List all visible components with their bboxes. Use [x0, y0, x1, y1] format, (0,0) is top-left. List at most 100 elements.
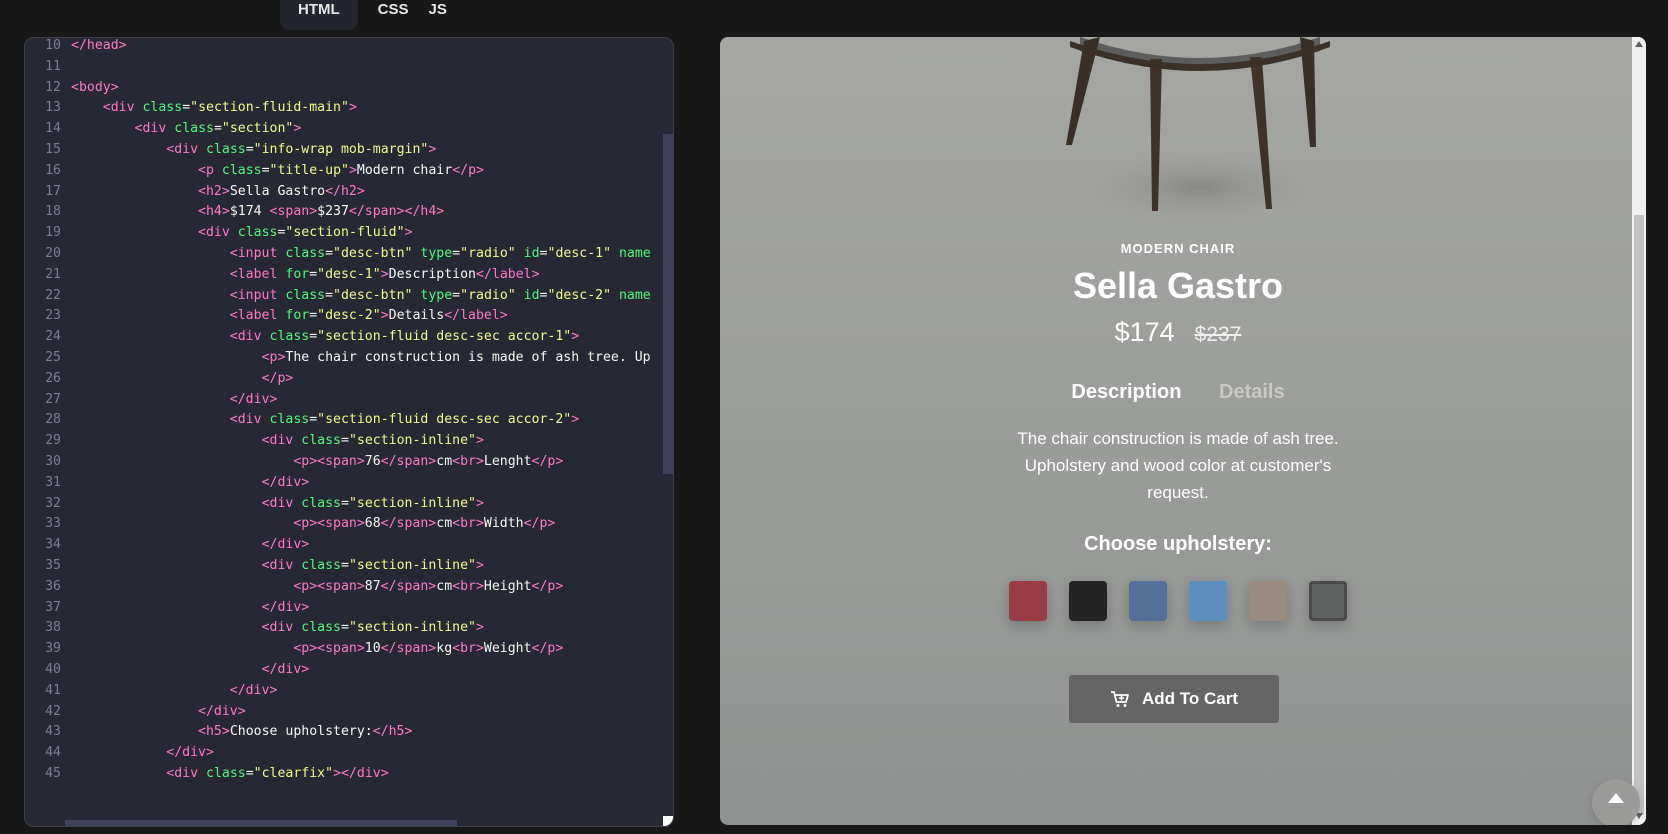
tab-details[interactable]: Details [1219, 381, 1285, 404]
code-line[interactable]: 36 <p><span>87</span>cm<br>Height</p> [25, 576, 673, 598]
code-line[interactable]: 23 <label for="desc-2">Details</label> [25, 305, 673, 327]
preview-scrollbar[interactable] [1632, 37, 1646, 825]
arrow-up-icon [1608, 793, 1624, 803]
code-line[interactable]: 11 [25, 56, 673, 78]
upholstery-swatches [998, 581, 1358, 621]
tab-description[interactable]: Description [1071, 381, 1181, 404]
code-text: </div> [229, 682, 278, 698]
code-line[interactable]: 43 <h5>Choose upholstery:</h5> [25, 721, 673, 743]
description-tabs: Description Details [720, 381, 1636, 404]
code-line[interactable]: 29 <div class="section-inline"> [25, 430, 673, 452]
code-text: </div> [261, 474, 310, 490]
code-text: </div> [261, 537, 310, 553]
tab-css[interactable]: CSS [378, 0, 409, 30]
editor-vertical-scrollbar[interactable] [663, 134, 673, 474]
product-title: Sella Gastro [1072, 265, 1284, 306]
code-line[interactable]: 17 <h2>Sella Gastro</h2> [25, 181, 673, 203]
code-line[interactable]: 40 </div> [25, 659, 673, 681]
code-line[interactable]: 18 <h4>$174 <span>$237</span></h4> [25, 201, 673, 223]
preview-scroll-thumb[interactable] [1634, 215, 1644, 815]
upholstery-swatch[interactable] [1248, 581, 1287, 621]
code-line[interactable]: 30 <p><span>76</span>cm<br>Lenght</p> [25, 451, 673, 473]
code-line[interactable]: 21 <label for="desc-1">Description</labe… [25, 264, 673, 286]
line-number: 45 [45, 766, 61, 781]
code-editor[interactable]: 10 </head> 11 12 <body> 13 <div class="sectio… [24, 37, 674, 827]
code-line[interactable]: 32 <div class="section-inline"> [25, 493, 673, 515]
scroll-up-arrow-icon[interactable] [1635, 41, 1643, 47]
code-line[interactable]: 22 <input class="desc-btn" type="radio" … [25, 285, 673, 307]
line-number: 33 [45, 516, 61, 532]
editor-horizontal-scrollbar[interactable] [65, 820, 457, 826]
line-number: 17 [45, 183, 61, 199]
back-to-top-button[interactable] [1592, 779, 1640, 825]
code-line[interactable]: 41 </div> [25, 680, 673, 702]
preview-pane: MODERN CHAIR Sella Gastro $174 $237 Descr… [720, 37, 1646, 825]
upholstery-swatch[interactable] [1188, 581, 1227, 621]
line-number: 40 [45, 662, 61, 677]
line-number: 19 [45, 225, 61, 241]
cart-icon [1110, 691, 1129, 707]
code-line[interactable]: 31 </div> [25, 472, 673, 494]
editor-tabs: HTML CSS JS [280, 0, 467, 30]
code-text: <div class="section-inline"> [261, 433, 484, 449]
line-number: 39 [45, 641, 61, 657]
line-number: 10 [45, 38, 61, 53]
code-line[interactable]: 37 </div> [25, 597, 673, 619]
add-to-cart-button[interactable]: Add To Cart [1069, 675, 1279, 723]
tab-js[interactable]: JS [429, 0, 447, 30]
line-number: 43 [45, 724, 61, 740]
code-line[interactable]: 38 <div class="section-inline"> [25, 617, 673, 639]
code-text: </div> [166, 745, 214, 761]
code-line[interactable]: 12 <body> [25, 77, 673, 99]
code-line[interactable]: 24 <div class="section-fluid desc-sec ac… [25, 326, 673, 348]
line-number: 28 [45, 412, 61, 428]
line-number: 13 [45, 100, 61, 116]
line-number: 44 [45, 745, 61, 761]
line-number: 22 [45, 287, 61, 303]
code-line[interactable]: 15 <div class="info-wrap mob-margin"> [25, 139, 673, 161]
code-area[interactable]: 10 </head> 11 12 <body> 13 <div class="sectio… [25, 38, 673, 826]
code-line[interactable]: 44 </div> [25, 742, 673, 764]
add-to-cart-label: Add To Cart [1141, 689, 1238, 708]
code-text: </head> [71, 38, 127, 53]
line-number: 11 [45, 58, 61, 74]
code-text: <h5>Choose upholstery:</h5> [198, 724, 413, 740]
line-number: 21 [45, 266, 61, 282]
code-line[interactable]: 26 </p> [25, 368, 673, 390]
code-text: <label for="desc-1">Description</label> [229, 266, 540, 282]
code-line[interactable]: 25 <p>The chair construction is made of … [25, 347, 673, 369]
line-number: 25 [45, 350, 61, 365]
line-number: 20 [45, 246, 61, 261]
line-number: 35 [45, 558, 61, 573]
code-line[interactable]: 39 <p><span>10</span>kg<br>Weight</p> [25, 638, 673, 660]
upholstery-swatch[interactable] [1009, 581, 1047, 621]
code-line[interactable]: 20 <input class="desc-btn" type="radio" … [25, 243, 673, 265]
upholstery-swatch[interactable] [1128, 581, 1167, 621]
code-line[interactable]: 42 </div> [25, 701, 673, 723]
code-text: <p><span>68</span>cm<br>Width</p> [293, 516, 556, 532]
line-number: 12 [45, 79, 61, 95]
code-line[interactable]: 28 <div class="section-fluid desc-sec ac… [25, 409, 673, 431]
code-line[interactable]: 16 <p class="title-up">Modern chair</p> [25, 160, 673, 182]
code-text: <p><span>87</span>cm<br>Height</p> [293, 578, 564, 594]
code-line[interactable]: 45 <div class="clearfix"></div> [25, 763, 673, 785]
code-line[interactable]: 34 </div> [25, 534, 673, 556]
code-text: <div class="section-inline"> [261, 620, 484, 636]
line-number: 41 [45, 682, 61, 698]
line-number: 34 [45, 537, 61, 553]
code-line[interactable]: 19 <div class="section-fluid"> [25, 222, 673, 244]
code-line[interactable]: 35 <div class="section-inline"> [25, 555, 673, 577]
code-line[interactable]: 10 </head> [25, 38, 673, 57]
code-line[interactable]: 14 <div class="section"> [25, 118, 673, 140]
code-text: <div class="section-inline"> [261, 558, 484, 573]
code-text: <div class="section-inline"> [261, 495, 484, 511]
line-number: 14 [45, 121, 61, 137]
tab-html[interactable]: HTML [280, 0, 358, 30]
upholstery-swatch[interactable] [1068, 581, 1107, 621]
code-line[interactable]: 27 </div> [25, 389, 673, 411]
code-line[interactable]: 13 <div class="section-fluid-main"> [25, 97, 673, 119]
line-number: 15 [45, 142, 61, 157]
code-line[interactable]: 33 <p><span>68</span>cm<br>Width</p> [25, 513, 673, 535]
upholstery-swatch[interactable] [1308, 581, 1348, 621]
line-number: 30 [45, 454, 61, 469]
